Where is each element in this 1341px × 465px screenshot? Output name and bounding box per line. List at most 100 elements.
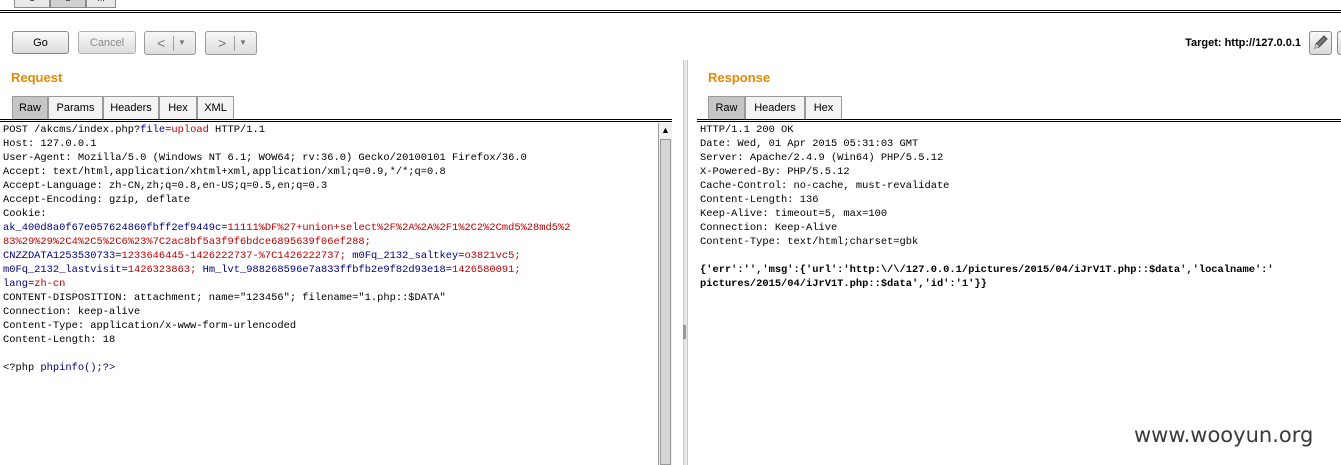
code-line: {'err':'','msg':{'url':'http:\/\/127.0.0… (700, 263, 1274, 277)
code-line: Accept: text/html,application/xhtml+xml,… (3, 165, 570, 179)
tab-headers[interactable]: Headers (103, 96, 159, 119)
code-line: Cache-Control: no-cache, must-revalidate (700, 179, 1274, 193)
code-line: Accept-Language: zh-CN,zh;q=0.8,en-US;q=… (3, 179, 570, 193)
response-title: Response (708, 70, 771, 85)
code-token: ak_400d8a0f67e057624860fbff2ef9449c (3, 222, 222, 234)
cancel-button[interactable]: Cancel (78, 31, 136, 54)
splitter-grip[interactable] (683, 325, 686, 339)
code-line: X-Powered-By: PHP/5.5.12 (700, 165, 1274, 179)
scroll-thumb[interactable] (660, 139, 671, 465)
code-token: Cache-Control: no-cache, must-revalidate (700, 180, 950, 192)
divider (697, 119, 1341, 120)
divider (173, 36, 174, 51)
code-token: 83%29%29%2C4%2C5%2C6%23%7C2ac8bf5a3f9f6b… (3, 236, 371, 248)
tab-raw[interactable]: Raw (12, 96, 48, 119)
code-token: pictures/2015/04/iJrV1T.php::$data','id'… (700, 278, 987, 290)
tab-params[interactable]: Params (48, 96, 103, 119)
code-token: POST /akcms/index.php? (3, 124, 141, 136)
back-button[interactable]: < ▼ (144, 31, 196, 55)
chevron-left-icon: < (157, 35, 166, 51)
forward-button[interactable]: > ▼ (205, 31, 257, 55)
code-token: Accept-Language: zh-CN,zh;q=0.8,en-US;q=… (3, 180, 328, 192)
code-token: HTTP/1.1 200 OK (700, 124, 794, 136)
watermark: www.wooyun.org (1134, 423, 1314, 447)
code-token: Host: 127.0.0.1 (3, 138, 97, 150)
code-line: User-Agent: Mozilla/5.0 (Windows NT 6.1;… (3, 151, 570, 165)
code-token: upload (171, 124, 209, 136)
code-line: Date: Wed, 01 Apr 2015 05:31:03 GMT (700, 137, 1274, 151)
help-button[interactable] (1337, 31, 1341, 55)
chevron-right-icon: > (218, 35, 227, 51)
tab-xml[interactable]: XML (197, 96, 234, 119)
code-line: 83%29%29%2C4%2C5%2C6%23%7C2ac8bf5a3f9f6b… (3, 235, 570, 249)
code-token: 1426323863; (127, 264, 197, 276)
pencil-icon (1314, 35, 1328, 49)
tab-hex[interactable]: Hex (805, 96, 842, 119)
code-line: Cookie: (3, 207, 570, 221)
request-scrollbar[interactable]: ▲ (658, 123, 672, 465)
code-line: Connection: Keep-Alive (700, 221, 1274, 235)
code-line: ak_400d8a0f67e057624860fbff2ef9449c=1111… (3, 221, 570, 235)
code-token: {'err':'','msg':{'url':'http:\/\/127.0.0… (700, 264, 1274, 276)
code-line: Keep-Alive: timeout=5, max=100 (700, 207, 1274, 221)
code-line: m0Fq_2132_lastvisit=1426323863; Hm_lvt_9… (3, 263, 570, 277)
code-token: Content-Type: text/html;charset=gbk (700, 236, 919, 248)
tab-headers[interactable]: Headers (745, 96, 805, 119)
code-line: Content-Length: 136 (700, 193, 1274, 207)
go-button[interactable]: Go (12, 31, 69, 54)
divider (234, 36, 235, 51)
code-line: CNZZDATA1253530733=1233646445-1426222737… (3, 249, 570, 263)
code-token: 11111%DF%27+union+select%2F%2A%2A%2F1%2C… (227, 222, 571, 234)
request-tab-1[interactable]: 1 (14, 0, 50, 8)
tab-raw[interactable]: Raw (708, 96, 745, 119)
code-token: 1426580091; (452, 264, 521, 276)
code-token: Content-Length: 18 (3, 334, 116, 346)
tab-hex[interactable]: Hex (159, 96, 197, 119)
tab-strip: 1 2 ... (0, 0, 1341, 11)
code-token: User-Agent: Mozilla/5.0 (Windows NT 6.1;… (3, 152, 527, 164)
divider (0, 121, 672, 122)
code-token: Content-Length: 136 (700, 194, 819, 206)
code-line: POST /akcms/index.php?file=upload HTTP/1… (3, 123, 570, 137)
code-token: Server: Apache/2.4.9 (Win64) PHP/5.5.12 (700, 152, 944, 164)
panel-splitter[interactable] (683, 60, 688, 465)
code-line: lang=zh-cn (3, 277, 570, 291)
tab-strip-divider (0, 12, 1341, 13)
code-token: file (140, 124, 166, 136)
code-line: Content-Length: 18 (3, 333, 570, 347)
code-token: Content-Type: application/x-www-form-url… (3, 320, 297, 332)
code-line: <?php phpinfo();?> (3, 361, 570, 375)
code-token: phpinfo();?> (40, 362, 116, 374)
scroll-up-arrow-icon[interactable]: ▲ (659, 123, 672, 137)
code-token: X-Powered-By: PHP/5.5.12 (700, 166, 850, 178)
code-token: o3821vc5; (464, 250, 521, 262)
code-line: Content-Type: application/x-www-form-url… (3, 319, 570, 333)
code-line: pictures/2015/04/iJrV1T.php::$data','id'… (700, 277, 1274, 291)
code-token: Accept-Encoding: gzip, deflate (3, 194, 191, 206)
edit-target-button[interactable] (1309, 31, 1332, 55)
chevron-down-icon[interactable]: ▼ (178, 37, 186, 49)
code-token: m0Fq_2132_lastvisit (3, 264, 122, 276)
code-line: Content-Type: text/html;charset=gbk (700, 235, 1274, 249)
code-line: Accept-Encoding: gzip, deflate (3, 193, 570, 207)
request-tab-2[interactable]: 2 (50, 0, 86, 8)
code-token: CNZZDATA1253530733 (3, 250, 116, 262)
new-tab-button[interactable]: ... (86, 0, 116, 8)
response-viewer[interactable]: HTTP/1.1 200 OK Date: Wed, 01 Apr 2015 05… (700, 123, 1274, 291)
code-token: Date: Wed, 01 Apr 2015 05:31:03 GMT (700, 138, 919, 150)
code-token: lang (3, 278, 28, 290)
code-token: HTTP/1.1 (208, 124, 265, 136)
code-token: zh-cn (34, 278, 66, 290)
divider (0, 119, 672, 120)
chevron-down-icon[interactable]: ▼ (239, 37, 247, 49)
divider (697, 121, 1341, 122)
request-editor[interactable]: POST /akcms/index.php?file=upload HTTP/1… (3, 123, 570, 375)
code-token: Connection: keep-alive (3, 306, 141, 318)
code-token: Cookie: (3, 208, 47, 220)
code-token: Connection: Keep-Alive (700, 222, 838, 234)
code-token: m0Fq_2132_saltkey (352, 250, 459, 262)
code-token: <?php (3, 362, 41, 374)
code-token: 1233646445-1426222737-%7C1426222737; (121, 250, 346, 262)
code-token: Keep-Alive: timeout=5, max=100 (700, 208, 888, 220)
